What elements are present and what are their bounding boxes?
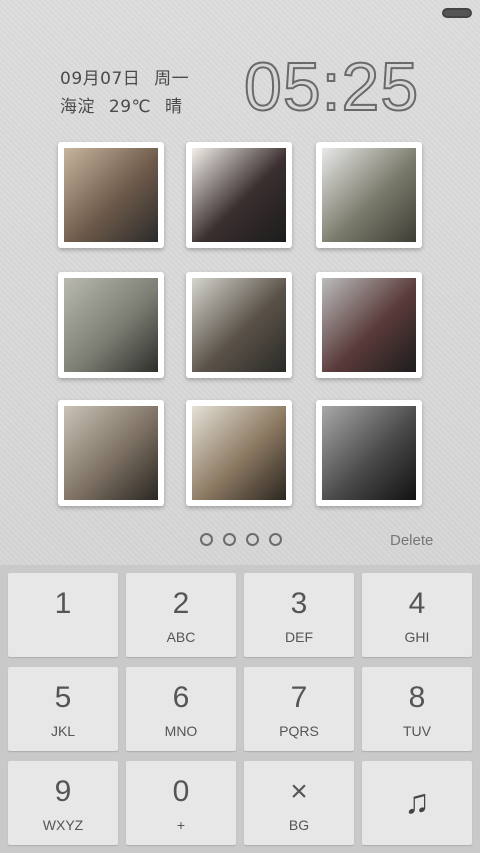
- photo-backpack: [192, 278, 286, 372]
- key-0[interactable]: 0 +: [126, 761, 236, 845]
- key-letters: TUV: [403, 723, 431, 739]
- key-6[interactable]: 6 MNO: [126, 667, 236, 751]
- photo-hoodie: [322, 278, 416, 372]
- key-digit: 1: [54, 587, 72, 620]
- lock-date: 09月07日 周一: [60, 64, 189, 89]
- key-digit: 6: [172, 681, 190, 714]
- photo-tile[interactable]: [316, 142, 422, 248]
- key-8[interactable]: 8 TUV: [362, 667, 472, 751]
- lock-weather: 海淀 29℃ 晴: [60, 92, 183, 117]
- key-4[interactable]: 4 GHI: [362, 573, 472, 657]
- status-battery-pill: [442, 8, 472, 18]
- photo-camera-boy: [64, 148, 158, 242]
- key-letters: MNO: [164, 723, 198, 739]
- photo-tile[interactable]: [186, 400, 292, 506]
- keypad: 1 2 ABC 3 DEF 4 GHI 5 JKL 6 MNO 7 PQRS 8…: [0, 565, 480, 853]
- photo-guitar: [192, 406, 286, 500]
- photo-tile[interactable]: [316, 400, 422, 506]
- key-9[interactable]: 9 WXYZ: [8, 761, 118, 845]
- delete-button[interactable]: Delete: [390, 532, 433, 549]
- key-letters: WXYZ: [42, 817, 84, 833]
- key-letters: GHI: [404, 629, 430, 645]
- weather-text: 晴: [165, 97, 183, 117]
- location-text: 海淀: [60, 97, 95, 117]
- key-2[interactable]: 2 ABC: [126, 573, 236, 657]
- photo-kneeling: [64, 406, 158, 500]
- clock-text: 05:25: [243, 48, 420, 126]
- photo-tile[interactable]: [316, 272, 422, 378]
- photo-tile[interactable]: [58, 400, 164, 506]
- key-letters: +: [176, 817, 186, 833]
- date-text: 09月07日: [60, 69, 141, 89]
- photo-fence-bike: [64, 278, 158, 372]
- photo-sunglasses: [322, 406, 416, 500]
- key-digit: 3: [290, 587, 308, 620]
- lock-clock: 05:25: [243, 48, 420, 126]
- key-3[interactable]: 3 DEF: [244, 573, 354, 657]
- page-dot[interactable]: [246, 533, 259, 546]
- photo-tile[interactable]: [58, 272, 164, 378]
- key-letters: BG: [288, 817, 310, 833]
- key-letters: ABC: [166, 629, 196, 645]
- photo-boy-profile: [192, 148, 286, 242]
- page-indicator: [200, 533, 282, 546]
- temperature-text: 29℃: [108, 97, 152, 117]
- key-digit: 7: [290, 681, 308, 714]
- key-1[interactable]: 1: [8, 573, 118, 657]
- key-digit: 2: [172, 587, 190, 620]
- key-digit: 9: [54, 775, 72, 808]
- key-letters: PQRS: [279, 723, 319, 739]
- photo-tile[interactable]: [186, 272, 292, 378]
- key-clear[interactable]: × BG: [244, 761, 354, 845]
- page-dot[interactable]: [200, 533, 213, 546]
- key-letters: JKL: [50, 723, 76, 739]
- key-digit: 8: [408, 681, 426, 714]
- key-music[interactable]: ♫: [362, 761, 472, 845]
- key-letters: DEF: [285, 629, 313, 645]
- page-dot[interactable]: [223, 533, 236, 546]
- key-digit: 4: [408, 587, 426, 620]
- key-7[interactable]: 7 PQRS: [244, 667, 354, 751]
- key-digit: 0: [172, 775, 190, 808]
- photo-tile[interactable]: [58, 142, 164, 248]
- close-icon: ×: [290, 775, 308, 808]
- key-5[interactable]: 5 JKL: [8, 667, 118, 751]
- music-note-icon: ♫: [404, 783, 430, 821]
- key-digit: 5: [54, 681, 72, 714]
- weekday-text: 周一: [154, 69, 190, 89]
- photo-road-sign: [322, 148, 416, 242]
- page-dot[interactable]: [269, 533, 282, 546]
- photo-tile[interactable]: [186, 142, 292, 248]
